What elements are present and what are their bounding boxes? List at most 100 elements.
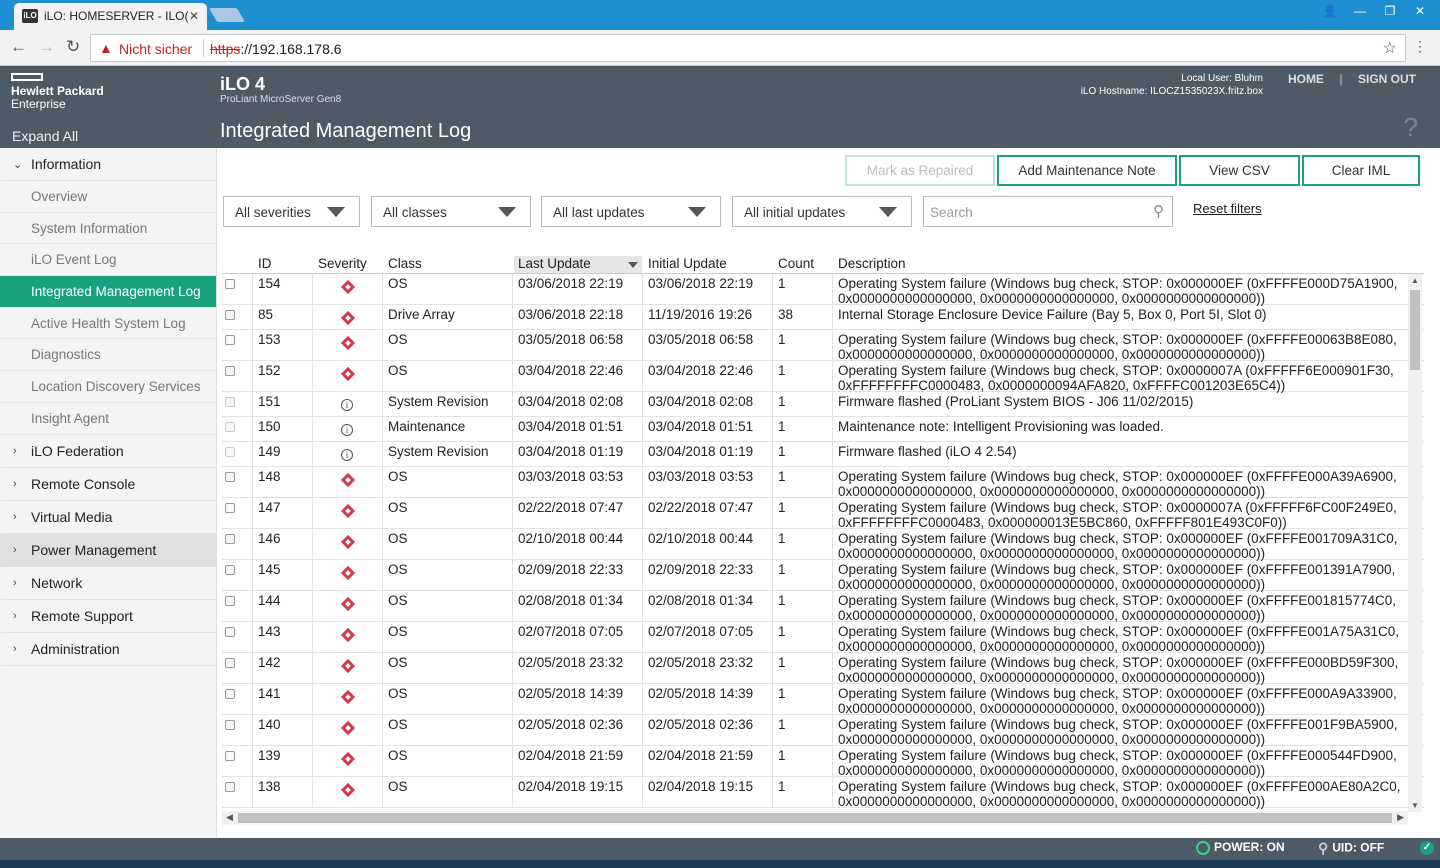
table-row[interactable]: 138 OS 02/04/2018 19:15 02/04/2018 19:15 1 Op…: [222, 777, 1424, 809]
reload-icon[interactable]: ↻: [66, 37, 80, 57]
row-checkbox[interactable]: [225, 689, 235, 699]
initial-update-filter[interactable]: All initial updates: [732, 196, 912, 227]
security-label[interactable]: Nicht sicher: [119, 41, 192, 57]
sidebar-item-integrated-management-log[interactable]: Integrated Management Log: [0, 276, 216, 308]
health-ok-icon[interactable]: ✓: [1420, 841, 1434, 855]
row-checkbox[interactable]: [225, 782, 235, 792]
severity-filter[interactable]: All severities: [223, 196, 360, 227]
reset-filters-link[interactable]: Reset filters: [1193, 201, 1262, 216]
table-row[interactable]: 143 OS 02/07/2018 07:05 02/07/2018 07:05 1 Op…: [222, 622, 1424, 654]
close-tab-icon[interactable]: ✕: [189, 9, 199, 23]
table-row[interactable]: 150 i Maintenance 03/04/2018 01:51 03/04/201…: [222, 417, 1424, 442]
expand-all-link[interactable]: Expand All: [12, 128, 78, 144]
table-row[interactable]: 148 OS 03/03/2018 03:53 03/03/2018 03:53 1 Op…: [222, 467, 1424, 499]
row-checkbox[interactable]: [225, 279, 235, 289]
cell-class: OS: [388, 655, 408, 670]
table-row[interactable]: 147 OS 02/22/2018 07:47 02/22/2018 07:47 1 Op…: [222, 498, 1424, 530]
table-row[interactable]: 144 OS 02/08/2018 01:34 02/08/2018 01:34 1 Op…: [222, 591, 1424, 623]
column-header-initial-update[interactable]: Initial Update: [648, 256, 727, 273]
view-csv-button[interactable]: View CSV: [1179, 155, 1300, 186]
row-checkbox[interactable]: [225, 627, 235, 637]
restore-icon[interactable]: ❐: [1376, 2, 1404, 20]
sidebar-section-virtual-media[interactable]: › Virtual Media: [0, 501, 216, 534]
column-header-id[interactable]: ID: [258, 256, 272, 273]
scroll-up-icon[interactable]: ▲: [1411, 276, 1419, 285]
scroll-thumb[interactable]: [1410, 290, 1420, 370]
table-row[interactable]: 139 OS 02/04/2018 21:59 02/04/2018 21:59 1 Op…: [222, 746, 1424, 778]
power-status[interactable]: POWER: ON: [1196, 840, 1285, 855]
row-checkbox[interactable]: [225, 422, 235, 432]
column-header-description[interactable]: Description: [838, 256, 906, 273]
help-icon[interactable]: ?: [1404, 112, 1418, 143]
address-bar[interactable]: ▲ Nicht sicher https://192.168.178.6 ☆: [90, 34, 1406, 62]
row-checkbox[interactable]: [225, 397, 235, 407]
class-filter[interactable]: All classes: [371, 196, 531, 227]
column-header-class[interactable]: Class: [388, 256, 422, 273]
row-checkbox[interactable]: [225, 447, 235, 457]
bookmark-star-icon[interactable]: ☆: [1383, 38, 1397, 58]
row-checkbox[interactable]: [225, 534, 235, 544]
row-checkbox[interactable]: [225, 596, 235, 606]
sign-out-link[interactable]: SIGN OUT: [1358, 72, 1416, 86]
scroll-right-icon[interactable]: ▶: [1397, 812, 1404, 823]
column-header-last-update[interactable]: Last Update: [514, 256, 642, 273]
column-header-severity[interactable]: Severity: [318, 256, 367, 273]
scroll-thumb[interactable]: [238, 813, 1392, 823]
browser-tab[interactable]: iLO iLO: HOMESERVER - ILO( ✕: [14, 3, 207, 30]
new-tab-button[interactable]: [208, 8, 246, 22]
scroll-left-icon[interactable]: ◀: [226, 812, 233, 823]
row-checkbox[interactable]: [225, 335, 235, 345]
table-row[interactable]: 141 OS 02/05/2018 14:39 02/05/2018 14:39 1 Op…: [222, 684, 1424, 716]
horizontal-scrollbar[interactable]: ◀ ▶: [222, 811, 1408, 825]
add-maintenance-note-button[interactable]: Add Maintenance Note: [997, 155, 1177, 186]
mark-as-repaired-button[interactable]: Mark as Repaired: [845, 155, 995, 186]
uid-status[interactable]: ⚲ UID: OFF: [1318, 840, 1384, 857]
table-row[interactable]: 146 OS 02/10/2018 00:44 02/10/2018 00:44 1 Op…: [222, 529, 1424, 561]
table-row[interactable]: 85 Drive Array 03/06/2018 22:18 11/19/2016 …: [222, 305, 1424, 330]
clear-iml-button[interactable]: Clear IML: [1302, 155, 1420, 186]
search-input[interactable]: Search ⚲: [923, 196, 1173, 227]
table-row[interactable]: 145 OS 02/09/2018 22:33 02/09/2018 22:33 1 Op…: [222, 560, 1424, 592]
forward-icon[interactable]: →: [38, 37, 55, 57]
row-checkbox[interactable]: [225, 751, 235, 761]
column-header-count[interactable]: Count: [778, 256, 814, 273]
row-checkbox[interactable]: [225, 310, 235, 320]
table-row[interactable]: 153 OS 03/05/2018 06:58 03/05/2018 06:58 1 Op…: [222, 330, 1424, 362]
row-checkbox[interactable]: [225, 720, 235, 730]
row-checkbox[interactable]: [225, 658, 235, 668]
row-checkbox[interactable]: [225, 503, 235, 513]
scroll-down-icon[interactable]: ▼: [1411, 801, 1419, 810]
sidebar-item-diagnostics[interactable]: Diagnostics: [0, 339, 216, 372]
table-row[interactable]: 152 OS 03/04/2018 22:46 03/04/2018 22:46 1 Op…: [222, 361, 1424, 393]
sidebar-item-system-information[interactable]: System Information: [0, 213, 216, 245]
sidebar-section-administration[interactable]: › Administration: [0, 633, 216, 666]
back-icon[interactable]: ←: [10, 37, 27, 57]
last-update-filter[interactable]: All last updates: [541, 196, 721, 227]
sidebar-section-ilo-federation[interactable]: › iLO Federation: [0, 435, 216, 468]
sidebar-section-power-management[interactable]: › Power Management: [0, 533, 216, 567]
close-window-icon[interactable]: ✕: [1406, 2, 1434, 20]
table-row[interactable]: 154 OS 03/06/2018 22:19 03/06/2018 22:19 1 Op…: [222, 274, 1424, 306]
table-row[interactable]: 149 i System Revision 03/04/2018 01:19 03/04…: [222, 442, 1424, 467]
sidebar-item-active-health-system-log[interactable]: Active Health System Log: [0, 308, 216, 340]
url-text[interactable]: https://192.168.178.6: [210, 41, 342, 57]
table-row[interactable]: 140 OS 02/05/2018 02:36 02/05/2018 02:36 1 Op…: [222, 715, 1424, 747]
row-checkbox[interactable]: [225, 472, 235, 482]
user-icon[interactable]: 👤: [1316, 2, 1344, 20]
sidebar-section-network[interactable]: › Network: [0, 567, 216, 600]
sidebar-section-information[interactable]: ⌄ Information: [0, 148, 216, 181]
row-checkbox[interactable]: [225, 565, 235, 575]
table-row[interactable]: 151 i System Revision 03/04/2018 02:08 03/04…: [222, 392, 1424, 417]
sidebar-item-ilo-event-log[interactable]: iLO Event Log: [0, 244, 216, 277]
sidebar-item-insight-agent[interactable]: Insight Agent: [0, 403, 216, 435]
table-row[interactable]: 142 OS 02/05/2018 23:32 02/05/2018 23:32 1 Op…: [222, 653, 1424, 685]
sidebar-item-overview[interactable]: Overview: [0, 181, 216, 213]
vertical-scrollbar[interactable]: ▲ ▼: [1408, 274, 1422, 812]
home-link[interactable]: HOME: [1288, 72, 1324, 86]
browser-menu-icon[interactable]: ⋮: [1413, 38, 1427, 55]
sidebar-item-location-discovery-services[interactable]: Location Discovery Services: [0, 371, 216, 403]
sidebar-section-remote-console[interactable]: › Remote Console: [0, 468, 216, 501]
sidebar-section-remote-support[interactable]: › Remote Support: [0, 600, 216, 633]
minimize-icon[interactable]: —: [1346, 2, 1374, 20]
row-checkbox[interactable]: [225, 366, 235, 376]
